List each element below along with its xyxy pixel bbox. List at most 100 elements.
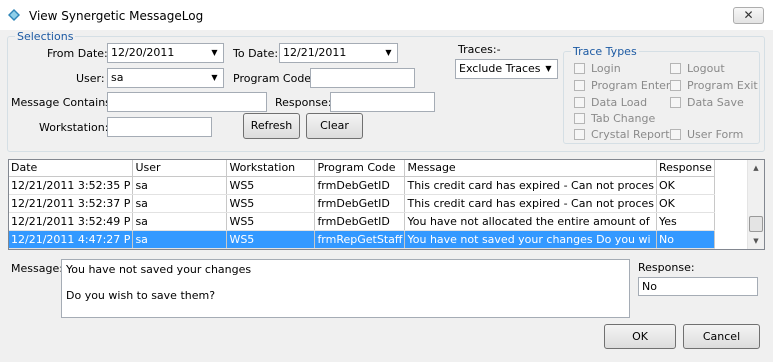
chevron-down-icon: ▼: [385, 48, 392, 57]
logout-checkbox[interactable]: Logout: [670, 62, 725, 75]
checkbox-icon: [574, 97, 585, 108]
data-save-checkbox[interactable]: Data Save: [670, 96, 744, 109]
cell-program-code: frmDebGetID: [314, 176, 406, 195]
checkbox-icon: [574, 80, 585, 91]
grid-vertical-scrollbar[interactable]: ▲ ▼: [747, 160, 764, 249]
program-enter-label: Program Enter: [591, 79, 671, 92]
scroll-thumb[interactable]: [749, 216, 763, 232]
column-header-workstation[interactable]: Workstation: [226, 160, 316, 177]
clear-button[interactable]: Clear: [306, 113, 363, 139]
response-filter-input[interactable]: [330, 92, 435, 112]
user-value: sa: [111, 71, 124, 84]
checkbox-icon: [670, 63, 681, 74]
column-header-user[interactable]: User: [132, 160, 228, 177]
to-date-label: To Date:: [233, 47, 279, 60]
column-header-message[interactable]: Message: [404, 160, 657, 177]
message-line-1: You have not saved your changes: [66, 263, 252, 276]
login-checkbox[interactable]: Login: [574, 62, 621, 75]
table-row[interactable]: 12/21/2011 3:52:35 P sa WS5 frmDebGetID …: [9, 176, 715, 195]
refresh-button[interactable]: Refresh: [243, 113, 300, 139]
chevron-down-icon: ▼: [211, 73, 218, 82]
cell-message: This credit card has expired - Can not p…: [404, 194, 657, 213]
cell-workstation: WS5: [226, 194, 316, 213]
checkbox-icon: [670, 80, 681, 91]
message-contains-input[interactable]: [107, 92, 267, 112]
selections-legend: Selections: [15, 30, 76, 43]
scroll-down-icon[interactable]: ▼: [748, 233, 764, 249]
program-enter-checkbox[interactable]: Program Enter: [574, 79, 670, 92]
cell-user: sa: [132, 176, 228, 195]
cell-workstation: WS5: [226, 212, 316, 231]
close-button[interactable]: ✕: [733, 7, 764, 24]
cell-user: sa: [132, 194, 228, 213]
from-date-combo[interactable]: 12/20/2011 ▼: [107, 43, 224, 63]
message-log-grid[interactable]: Date User Workstation Program Code Messa…: [8, 159, 765, 250]
cell-message: You have not saved your changes Do you w…: [404, 230, 657, 249]
message-detail-box[interactable]: You have not saved your changes Do you w…: [61, 259, 630, 318]
chevron-down-icon: ▼: [211, 48, 218, 57]
response-detail-field[interactable]: No: [638, 277, 758, 296]
message-label: Message:: [11, 262, 63, 275]
column-header-response[interactable]: Response: [656, 160, 715, 177]
from-date-label: From Date:: [47, 47, 108, 60]
crystal-report-checkbox[interactable]: Crystal Report: [574, 128, 670, 141]
user-form-checkbox[interactable]: User Form: [670, 128, 743, 141]
checkbox-icon: [670, 129, 681, 140]
program-code-label: Program Code:: [233, 72, 315, 85]
cell-response: OK: [656, 194, 715, 213]
checkbox-icon: [670, 97, 681, 108]
message-line-2: Do you wish to save them?: [66, 289, 216, 302]
cell-response: OK: [656, 176, 715, 195]
cell-user: sa: [132, 212, 228, 231]
cancel-button[interactable]: Cancel: [683, 324, 760, 349]
user-label: User:: [76, 72, 105, 85]
cell-program-code: frmDebGetID: [314, 212, 406, 231]
cell-workstation: WS5: [226, 176, 316, 195]
program-exit-label: Program Exit: [687, 79, 758, 92]
user-combo[interactable]: sa ▼: [107, 68, 224, 88]
tab-change-label: Tab Change: [591, 112, 656, 125]
cell-message: This credit card has expired - Can not p…: [404, 176, 657, 195]
cell-user: sa: [132, 230, 228, 249]
app-diamond-icon: [8, 9, 20, 21]
cell-date: 12/21/2011 4:47:27 P: [9, 230, 134, 249]
to-date-combo[interactable]: 12/21/2011 ▼: [279, 43, 398, 63]
checkbox-icon: [574, 129, 585, 140]
table-row-selected[interactable]: 12/21/2011 4:47:27 P sa WS5 frmRepGetSta…: [9, 230, 715, 249]
chevron-down-icon: ▼: [545, 64, 552, 73]
tab-change-checkbox[interactable]: Tab Change: [574, 112, 655, 125]
workstation-label: Workstation:: [39, 121, 109, 134]
table-row[interactable]: 12/21/2011 3:52:49 P sa WS5 frmDebGetID …: [9, 212, 715, 231]
cell-date: 12/21/2011 3:52:35 P: [9, 176, 134, 195]
traces-combo[interactable]: Exclude Traces ▼: [455, 59, 558, 79]
cell-response: Yes: [656, 212, 715, 231]
program-exit-checkbox[interactable]: Program Exit: [670, 79, 758, 92]
table-row[interactable]: 12/21/2011 3:52:37 P sa WS5 frmDebGetID …: [9, 194, 715, 213]
message-contains-label: Message Contains:: [11, 96, 115, 109]
crystal-report-label: Crystal Report: [591, 128, 670, 141]
cell-date: 12/21/2011 3:52:37 P: [9, 194, 134, 213]
traces-label: Traces:-: [458, 43, 501, 56]
scroll-up-icon[interactable]: ▲: [748, 160, 764, 176]
traces-value: Exclude Traces: [459, 62, 541, 75]
trace-types-legend: Trace Types: [571, 45, 639, 58]
window-title: View Synergetic MessageLog: [29, 9, 204, 23]
checkbox-icon: [574, 113, 585, 124]
workstation-input[interactable]: [107, 117, 212, 137]
login-label: Login: [591, 62, 621, 75]
cell-message: You have not allocated the entire amount…: [404, 212, 657, 231]
column-header-date[interactable]: Date: [9, 160, 134, 177]
program-code-input[interactable]: [310, 68, 415, 88]
data-load-checkbox[interactable]: Data Load: [574, 96, 647, 109]
cell-program-code: frmRepGetStaff: [314, 230, 406, 249]
cell-response: No: [656, 230, 715, 249]
user-form-label: User Form: [687, 128, 744, 141]
cell-workstation: WS5: [226, 230, 316, 249]
logout-label: Logout: [687, 62, 725, 75]
data-load-label: Data Load: [591, 96, 648, 109]
cell-program-code: frmDebGetID: [314, 194, 406, 213]
column-header-program-code[interactable]: Program Code: [314, 160, 406, 177]
grid-header-row: Date User Workstation Program Code Messa…: [9, 160, 715, 177]
to-date-value: 12/21/2011: [283, 46, 347, 59]
ok-button[interactable]: OK: [604, 324, 676, 349]
